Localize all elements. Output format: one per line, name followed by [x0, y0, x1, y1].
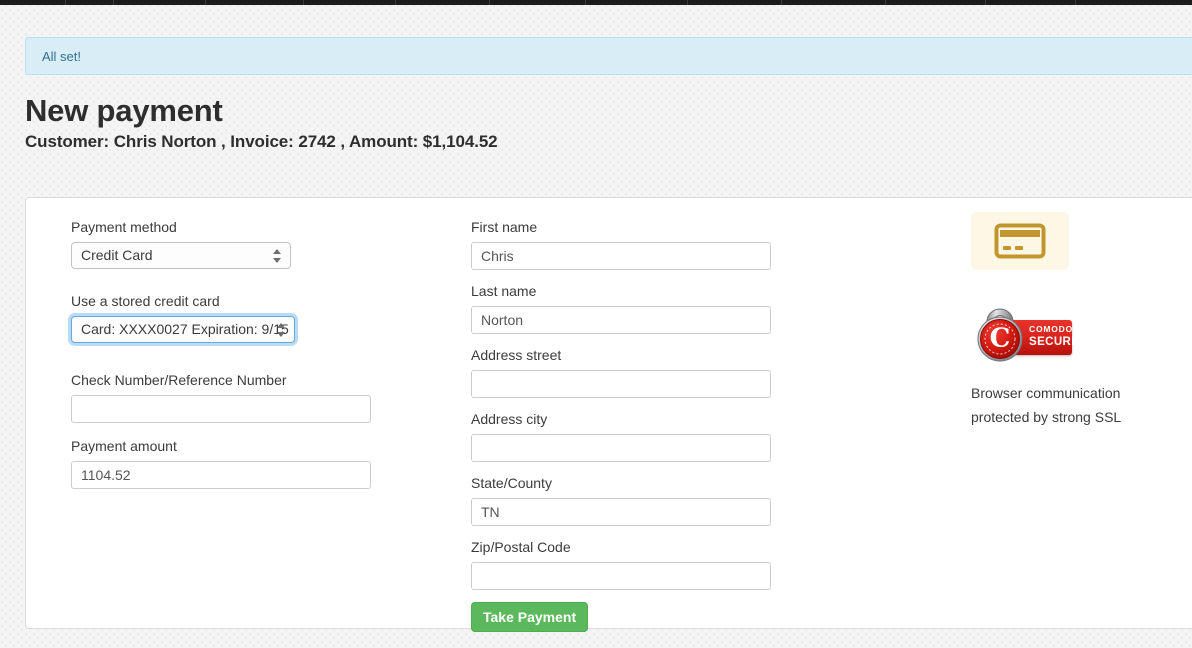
stored-card-select-wrap[interactable]: Card: XXXX0027 Expiration: 9/15 [71, 316, 295, 343]
address-street-input[interactable] [471, 370, 771, 398]
check-number-label: Check Number/Reference Number [71, 371, 451, 390]
payment-form-panel: Payment method Credit Card Use a stored … [25, 197, 1192, 629]
svg-text:C: C [990, 324, 1011, 354]
first-name-label: First name [471, 218, 801, 237]
navbar-segment [688, 0, 782, 5]
field-zip-postal: Zip/Postal Code [471, 538, 801, 590]
padlock-icon: C [971, 303, 1033, 365]
state-county-input[interactable] [471, 498, 771, 526]
field-check-number: Check Number/Reference Number [71, 371, 451, 423]
credit-card-tile [971, 212, 1069, 270]
payment-method-select[interactable]: Credit Card [71, 242, 291, 269]
field-payment-amount: Payment amount [71, 437, 451, 489]
navbar-segment [304, 0, 396, 5]
field-last-name: Last name [471, 282, 801, 334]
navbar-segment [490, 0, 586, 5]
payment-method-value: Credit Card [81, 247, 153, 263]
first-name-input[interactable] [471, 242, 771, 270]
navbar-segment [206, 0, 304, 5]
payment-amount-input[interactable] [71, 461, 371, 489]
last-name-label: Last name [471, 282, 801, 301]
stored-card-select[interactable]: Card: XXXX0027 Expiration: 9/15 [71, 316, 295, 343]
page-header: New payment Customer: Chris Norton , Inv… [25, 93, 498, 153]
alert-info-banner: All set! [25, 37, 1192, 75]
zip-postal-label: Zip/Postal Code [471, 538, 801, 557]
take-payment-button[interactable]: Take Payment [471, 602, 588, 632]
ssl-note-text: Browser communication protected by stron… [971, 381, 1146, 429]
navbar-segment [0, 0, 66, 5]
form-column-middle: First name Last name Address street Addr… [471, 218, 801, 632]
security-sidebar: COMODO SECURE [971, 212, 1191, 429]
navbar-segment [886, 0, 986, 5]
navbar-segment [782, 0, 886, 5]
form-column-left: Payment method Credit Card Use a stored … [71, 218, 451, 501]
credit-card-icon [994, 223, 1046, 259]
navbar-segment [586, 0, 688, 5]
last-name-input[interactable] [471, 306, 771, 334]
state-county-label: State/County [471, 474, 801, 493]
stored-card-value: Card: XXXX0027 Expiration: 9/15 [81, 321, 289, 337]
address-street-label: Address street [471, 346, 801, 365]
zip-postal-input[interactable] [471, 562, 771, 590]
field-first-name: First name [471, 218, 801, 270]
field-payment-method: Payment method Credit Card [71, 218, 451, 274]
payment-amount-label: Payment amount [71, 437, 451, 456]
chevron-updown-icon [273, 248, 282, 264]
top-navbar [0, 0, 1192, 5]
alert-text: All set! [42, 49, 81, 64]
navbar-segment [396, 0, 490, 5]
check-number-input[interactable] [71, 395, 371, 423]
field-address-street: Address street [471, 346, 801, 398]
stored-card-label: Use a stored credit card [71, 292, 451, 311]
navbar-segment [66, 0, 114, 5]
field-stored-card: Use a stored credit card Card: XXXX0027 … [71, 292, 451, 348]
panel-body: Payment method Credit Card Use a stored … [26, 198, 1192, 628]
page-subtitle: Customer: Chris Norton , Invoice: 2742 ,… [25, 131, 498, 153]
comodo-line2: SECURE [1029, 336, 1079, 349]
payment-method-label: Payment method [71, 218, 451, 237]
navbar-segment [114, 0, 206, 5]
page-title: New payment [25, 93, 498, 129]
field-address-city: Address city [471, 410, 801, 462]
payment-method-select-wrap[interactable]: Credit Card [71, 242, 291, 269]
address-city-input[interactable] [471, 434, 771, 462]
comodo-line1: COMODO [1029, 324, 1073, 334]
navbar-segment [986, 0, 1076, 5]
comodo-secure-badge: COMODO SECURE [971, 303, 1073, 365]
address-city-label: Address city [471, 410, 801, 429]
field-state-county: State/County [471, 474, 801, 526]
